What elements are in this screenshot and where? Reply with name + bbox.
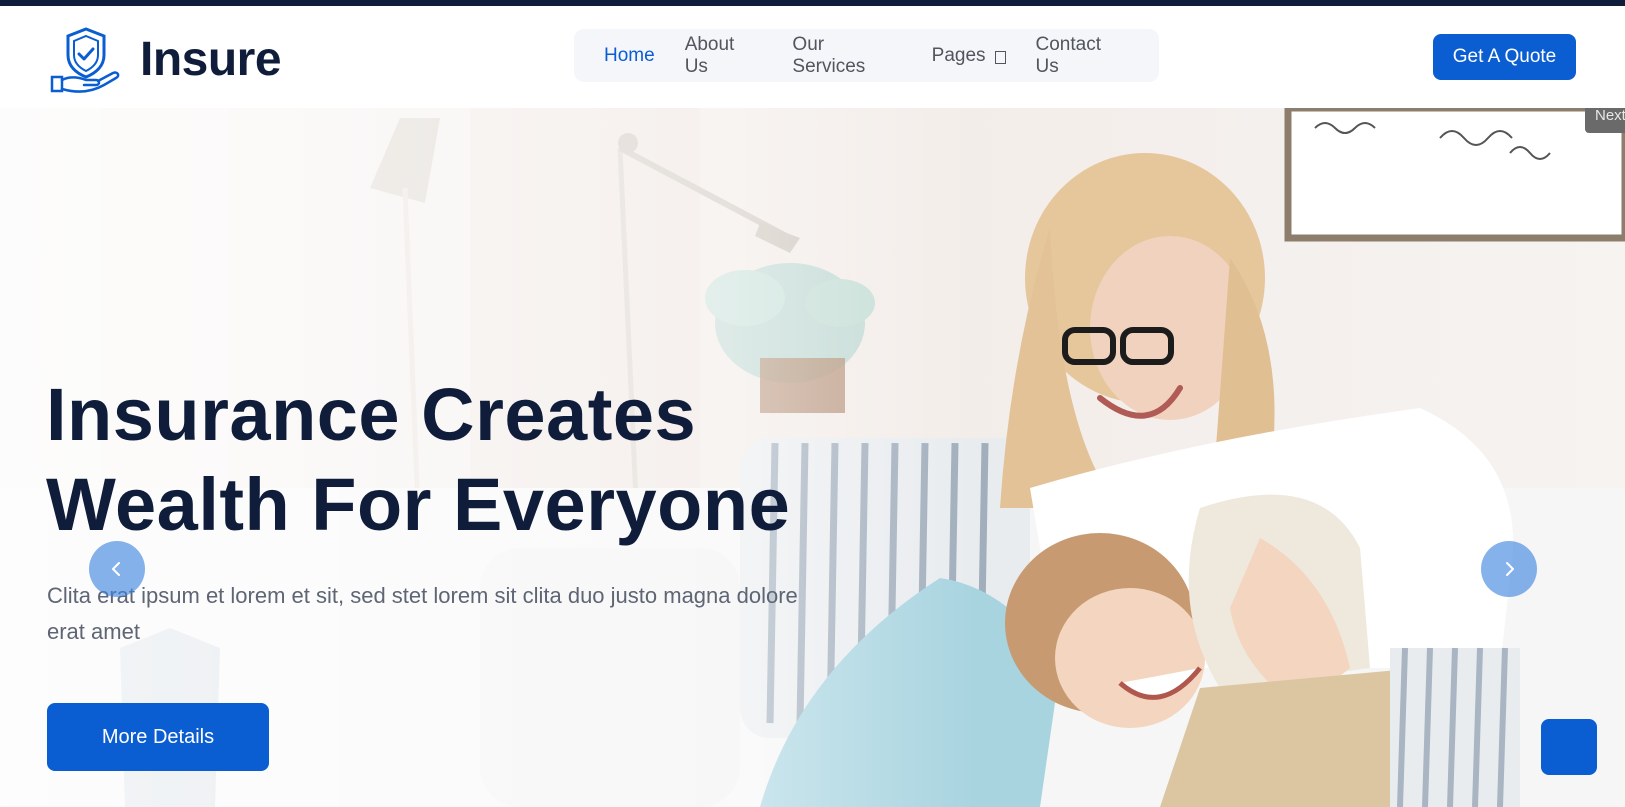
navbar: Insure Home About Us Our Services Pages … xyxy=(0,6,1625,108)
shield-check-hand-icon xyxy=(50,27,120,93)
carousel-next-button[interactable] xyxy=(1481,541,1537,597)
main-menu: Home About Us Our Services Pages Contact… xyxy=(574,29,1159,82)
hero-title-line-2: Wealth For Everyone xyxy=(46,463,791,546)
chevron-left-icon xyxy=(112,562,120,576)
next-tooltip: Next xyxy=(1585,108,1625,133)
menu-item-our-services[interactable]: Our Services xyxy=(792,34,901,78)
dropdown-caret-icon xyxy=(994,51,1006,64)
menu-item-contact-us[interactable]: Contact Us xyxy=(1036,34,1129,78)
carousel-prev-button[interactable] xyxy=(89,541,145,597)
menu-item-pages-label: Pages xyxy=(931,44,986,66)
hero-subtitle: Clita erat ipsum et lorem et sit, sed st… xyxy=(47,583,798,644)
get-a-quote-button[interactable]: Get A Quote xyxy=(1433,34,1576,80)
hero-carousel: Insurance Creates Wealth For Everyone Cl… xyxy=(0,108,1625,807)
brand-name: Insure xyxy=(140,32,282,86)
chevron-right-icon xyxy=(1506,562,1514,576)
back-to-top-button[interactable] xyxy=(1541,719,1597,775)
hero-title: Insurance Creates Wealth For Everyone xyxy=(46,370,790,550)
hero-title-line-1: Insurance Creates xyxy=(46,373,697,456)
menu-item-pages[interactable]: Pages xyxy=(932,45,1006,67)
menu-item-home[interactable]: Home xyxy=(604,45,655,67)
brand-logo[interactable]: Insure xyxy=(50,23,282,95)
menu-item-about-us[interactable]: About Us xyxy=(685,34,763,78)
more-details-button[interactable]: More Details xyxy=(47,703,269,771)
